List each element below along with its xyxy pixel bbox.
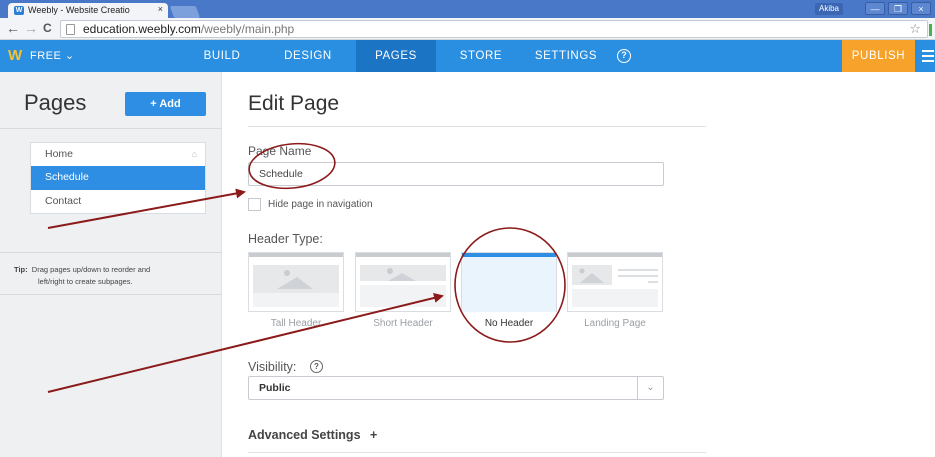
thumbnail-bar: [356, 253, 450, 257]
weebly-logo-icon[interactable]: W: [8, 48, 24, 64]
nav-store[interactable]: STORE: [440, 40, 522, 72]
thumbnail-bar: [462, 253, 556, 257]
window-controls: — ❐ ×: [865, 2, 931, 15]
reload-icon[interactable]: C: [43, 21, 52, 35]
sidebar-title: Pages: [24, 90, 87, 115]
thumbnail-body: [572, 289, 658, 307]
forward-arrow-icon[interactable]: →: [24, 20, 38, 36]
divider: [248, 126, 706, 127]
plan-dropdown[interactable]: FREE ⌄: [30, 49, 75, 62]
text-lines: [618, 275, 658, 277]
tip-line-2: left/right to create subpages.: [38, 277, 133, 286]
sidebar-tip: Tip: Drag pages up/down to reorder and l…: [14, 264, 214, 288]
new-tab-button[interactable]: [169, 6, 201, 18]
page-name-label: Page Name: [248, 144, 312, 158]
visibility-value: Public: [259, 382, 291, 394]
page-item-label: Contact: [45, 194, 82, 207]
publish-button[interactable]: PUBLISH: [842, 40, 915, 72]
thumbnail-bar: [568, 253, 662, 257]
url-text: education.weebly.com/weebly/main.php: [83, 22, 294, 36]
page-icon: [66, 24, 75, 35]
hide-in-nav-checkbox[interactable]: [248, 198, 261, 211]
tab-title: Weebly - Website Creatio: [28, 5, 130, 15]
thumbnail-body: [360, 285, 446, 307]
mountain-icon: [387, 268, 416, 281]
image-placeholder-icon: [360, 265, 446, 281]
divider: [0, 252, 222, 253]
header-option-none[interactable]: [461, 252, 557, 312]
weebly-favicon-icon: W: [14, 6, 24, 15]
url-path: /weebly/main.php: [200, 22, 295, 36]
page-title: Edit Page: [248, 92, 340, 115]
add-page-button[interactable]: + Add: [125, 92, 206, 116]
page-item-label: Schedule: [45, 171, 89, 184]
plus-icon: +: [370, 428, 378, 442]
nav-pages[interactable]: PAGES: [356, 40, 436, 72]
pages-sidebar: Pages + Add Home ⌂ Schedule Contact Tip:…: [0, 72, 222, 457]
advanced-settings-label: Advanced Settings: [248, 428, 361, 442]
header-option-tall[interactable]: [248, 252, 344, 312]
image-placeholder-icon: [253, 265, 339, 293]
browser-toolbar: ← → C education.weebly.com/weebly/main.p…: [0, 18, 935, 40]
header-option-landing-label: Landing Page: [584, 318, 646, 329]
header-option-tall-label: Tall Header: [270, 318, 322, 329]
minimize-button[interactable]: —: [865, 2, 885, 15]
text-lines: [648, 281, 658, 283]
bookmark-star-icon[interactable]: ☆: [909, 21, 921, 37]
mountain-icon: [579, 268, 604, 283]
header-option-short-label: Short Header: [373, 318, 433, 329]
tab-close-icon[interactable]: ×: [158, 4, 163, 14]
nav-build[interactable]: BUILD: [186, 40, 258, 72]
tip-label: Tip:: [14, 265, 28, 274]
visibility-help-icon[interactable]: ?: [310, 360, 323, 373]
back-arrow-icon[interactable]: ←: [6, 20, 20, 36]
browser-titlebar: W Weebly - Website Creatio × Akiba — ❐ ×: [0, 0, 935, 18]
address-bar[interactable]: education.weebly.com/weebly/main.php ☆: [60, 20, 932, 38]
nav-settings[interactable]: SETTINGS: [526, 40, 606, 72]
divider: [0, 128, 222, 129]
page-item-contact[interactable]: Contact: [31, 190, 205, 213]
header-option-short[interactable]: [355, 252, 451, 312]
mountain-icon: [277, 270, 313, 289]
thumbnail-body: [253, 293, 339, 307]
header-type-label: Header Type:: [248, 232, 323, 246]
page-item-label: Home: [45, 148, 74, 160]
extension-icon[interactable]: [929, 24, 933, 36]
editor-top-nav: W FREE ⌄ BUILD DESIGN PAGES STORE SETTIN…: [0, 40, 935, 72]
page-item-schedule[interactable]: Schedule: [31, 166, 205, 190]
restore-button[interactable]: ❐: [888, 2, 908, 15]
hide-in-nav-label: Hide page in navigation: [268, 199, 373, 210]
profile-badge[interactable]: Akiba: [814, 3, 843, 15]
page-item-home[interactable]: Home ⌂: [31, 143, 205, 166]
chevron-down-icon[interactable]: ⌄: [637, 377, 663, 399]
help-icon[interactable]: ?: [617, 49, 631, 63]
screenshot-root: W Weebly - Website Creatio × Akiba — ❐ ×…: [0, 0, 935, 457]
divider: [248, 452, 706, 453]
browser-tab[interactable]: W Weebly - Website Creatio ×: [8, 3, 168, 18]
page-name-input[interactable]: Schedule: [248, 162, 664, 186]
nav-design[interactable]: DESIGN: [262, 40, 354, 72]
menu-icon[interactable]: [922, 50, 934, 62]
thumbnail-fill: [462, 257, 556, 312]
advanced-settings-toggle[interactable]: Advanced Settings +: [248, 428, 377, 442]
close-window-button[interactable]: ×: [911, 2, 931, 15]
visibility-select[interactable]: Public ⌄: [248, 376, 664, 400]
tip-line-1: Drag pages up/down to reorder and: [31, 265, 151, 274]
text-lines: [618, 269, 658, 271]
home-icon: ⌂: [191, 149, 197, 159]
divider: [0, 294, 222, 295]
page-list: Home ⌂ Schedule Contact: [30, 142, 206, 214]
thumbnail-bar: [249, 253, 343, 257]
header-option-none-label: No Header: [484, 318, 534, 329]
header-option-landing[interactable]: [567, 252, 663, 312]
url-host: education.weebly.com: [83, 22, 201, 36]
visibility-label: Visibility:: [248, 360, 297, 374]
image-placeholder-icon: [572, 265, 612, 285]
